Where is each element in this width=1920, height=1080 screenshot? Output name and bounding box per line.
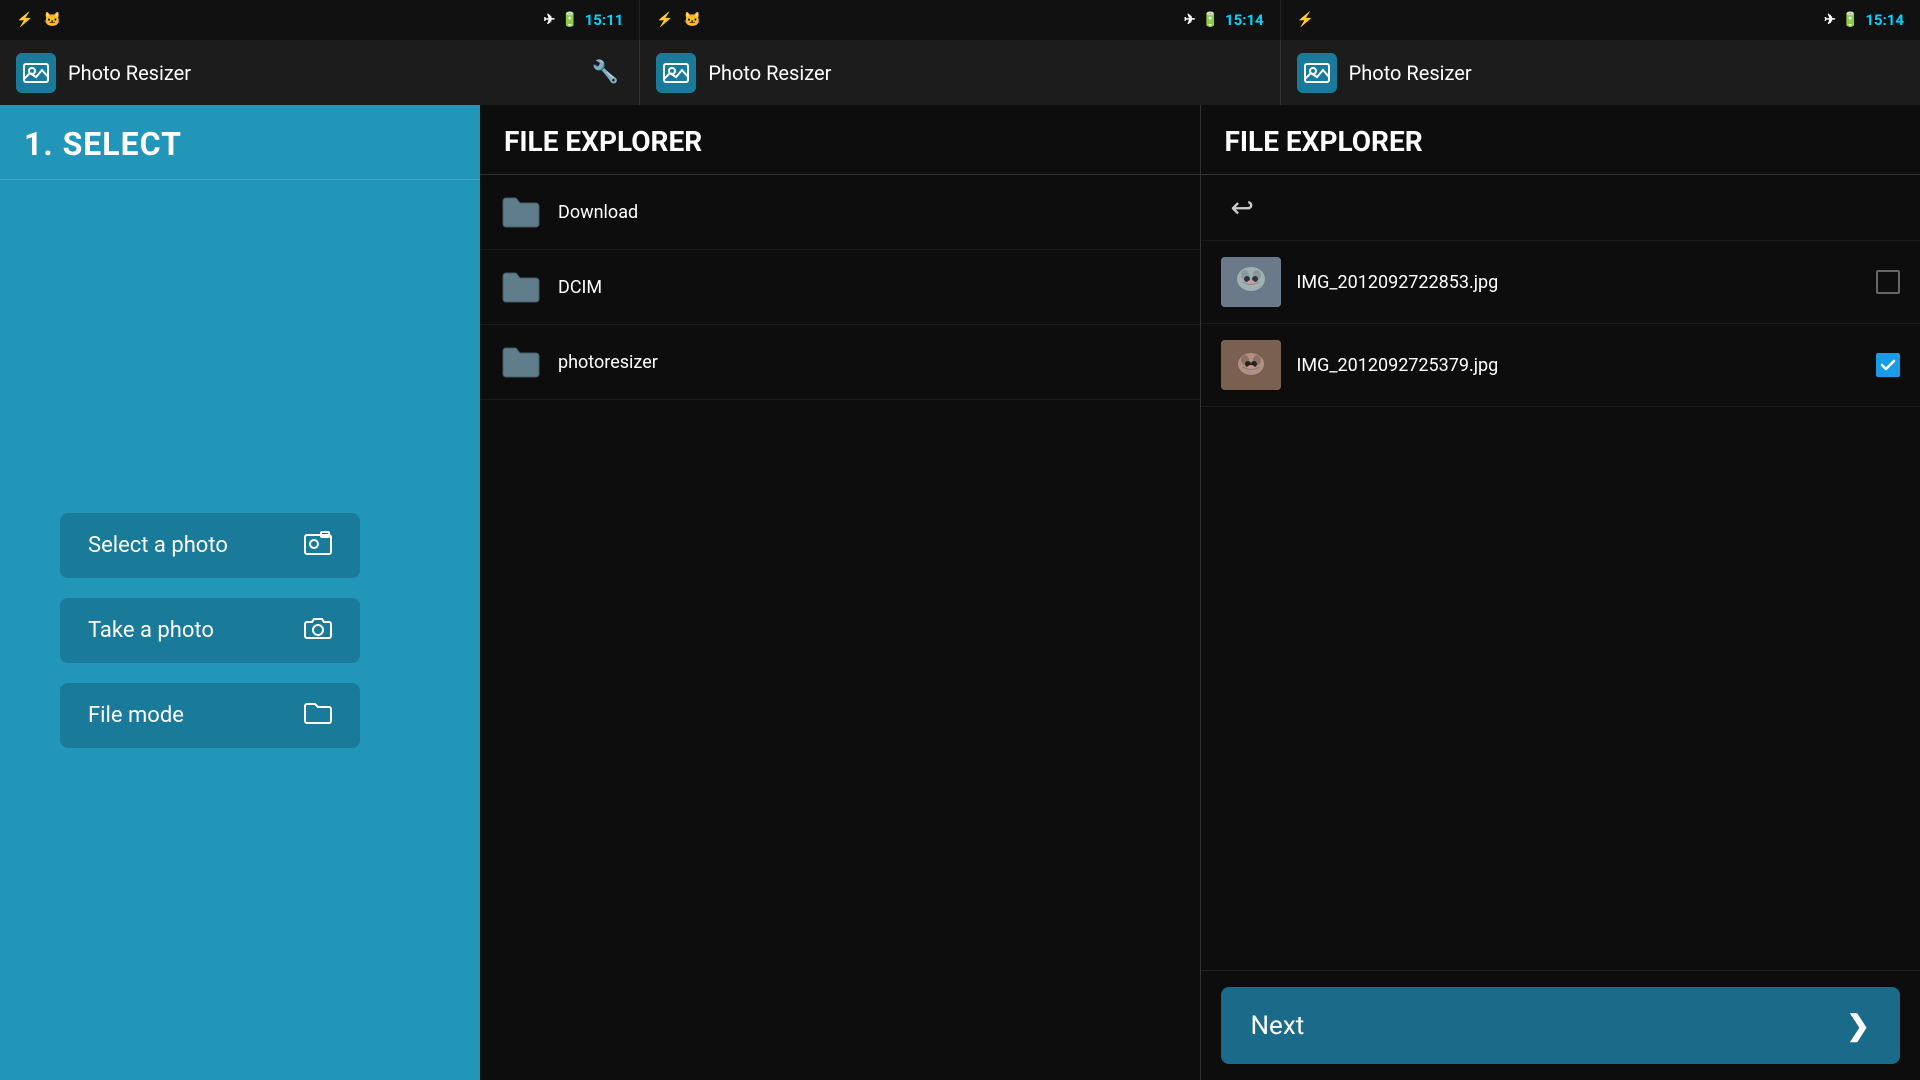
take-photo-label: Take a photo: [88, 618, 214, 643]
explorer-folder-list: Download DCIM photoresizer: [480, 175, 1200, 1080]
file-mode-label: File mode: [88, 703, 184, 728]
status-right-2: ✈ 🔋 15:14: [1184, 11, 1264, 29]
take-photo-button[interactable]: Take a photo: [60, 598, 360, 663]
select-panel: 1. SELECT Select a photo Take a photo: [0, 105, 480, 1080]
explorer-title-2: FILE EXPLORER: [1225, 125, 1423, 158]
chevron-right-icon: ❯: [1847, 1009, 1870, 1042]
folder-icon-btn: [304, 701, 332, 730]
explorer-file-list: ↩ IMG_2012092722853.jpg: [1201, 175, 1920, 970]
app-icon-3: [1297, 53, 1337, 93]
plane-icon-1: ✈: [544, 12, 556, 28]
battery-icon-3: 🔋: [1842, 12, 1859, 28]
camera-icon: [304, 616, 332, 645]
cat-icon-2: 🐱: [684, 12, 701, 28]
status-left-2: ⚡ 🐱: [656, 12, 701, 28]
file-mode-button[interactable]: File mode: [60, 683, 360, 748]
folder-name-photoresizer: photoresizer: [558, 352, 1180, 373]
title-bar-3: Photo Resizer: [1281, 40, 1920, 105]
file-checkbox-2[interactable]: [1876, 353, 1900, 377]
status-bar-2: ⚡ 🐱 ✈ 🔋 15:14: [640, 0, 1280, 40]
app-icon-1: [16, 53, 56, 93]
status-right-3: ✈ 🔋 15:14: [1824, 11, 1904, 29]
next-button[interactable]: Next ❯: [1221, 987, 1901, 1064]
usb-icon-3: ⚡: [1297, 12, 1314, 28]
folder-name-dcim: DCIM: [558, 277, 1180, 298]
select-panel-header: 1. SELECT: [0, 105, 480, 180]
folder-icon-photoresizer: [500, 341, 542, 383]
title-bar-1: Photo Resizer 🔧: [0, 40, 640, 105]
app-title-2: Photo Resizer: [708, 61, 831, 85]
main-content: 1. SELECT Select a photo Take a photo: [0, 105, 1920, 1080]
wrench-icon[interactable]: 🔧: [592, 60, 619, 85]
file-explorer-panel-2: FILE EXPLORER ↩: [1201, 105, 1920, 1080]
next-label: Next: [1251, 1011, 1305, 1041]
time-1: 15:11: [585, 11, 624, 29]
select-photo-label: Select a photo: [88, 533, 228, 558]
file-item-1[interactable]: IMG_2012092722853.jpg: [1201, 241, 1920, 324]
explorer-header-2: FILE EXPLORER: [1201, 105, 1920, 175]
status-left-3: ⚡: [1297, 12, 1314, 28]
file-thumbnail-2: [1221, 340, 1281, 390]
plane-icon-3: ✈: [1824, 12, 1836, 28]
back-arrow-icon: ↩: [1231, 191, 1254, 224]
title-bars-row: Photo Resizer 🔧 Photo Resizer Photo Resi…: [0, 40, 1920, 105]
usb-icon-1: ⚡: [16, 12, 33, 28]
file-thumbnail-1: [1221, 257, 1281, 307]
title-bar-2: Photo Resizer: [640, 40, 1280, 105]
select-photo-icon: [304, 531, 332, 560]
folder-icon-download: [500, 191, 542, 233]
file-item-2[interactable]: IMG_2012092725379.jpg: [1201, 324, 1920, 407]
select-panel-buttons: Select a photo Take a photo: [0, 180, 480, 1080]
file-checkbox-1[interactable]: [1876, 270, 1900, 294]
next-btn-container: Next ❯: [1201, 970, 1920, 1080]
battery-icon-2: 🔋: [1202, 12, 1219, 28]
file-name-1: IMG_2012092722853.jpg: [1297, 272, 1865, 293]
time-2: 15:14: [1225, 11, 1264, 29]
status-bars-row: ⚡ 🐱 ✈ 🔋 15:11 ⚡ 🐱 ✈ 🔋 15:14 ⚡ ✈ 🔋 15:14: [0, 0, 1920, 40]
time-3: 15:14: [1865, 11, 1904, 29]
usb-icon-2: ⚡: [656, 12, 673, 28]
folder-name-download: Download: [558, 202, 1180, 223]
explorer-header-1: FILE EXPLORER: [480, 105, 1200, 175]
explorer-title-1: FILE EXPLORER: [504, 125, 702, 158]
select-photo-button[interactable]: Select a photo: [60, 513, 360, 578]
folder-icon-dcim: [500, 266, 542, 308]
app-icon-2: [656, 53, 696, 93]
folder-item-download[interactable]: Download: [480, 175, 1200, 250]
folder-item-photoresizer[interactable]: photoresizer: [480, 325, 1200, 400]
file-explorer-panel-1: FILE EXPLORER Download DCIM: [480, 105, 1201, 1080]
app-title-1: Photo Resizer: [68, 61, 191, 85]
select-panel-title: 1. SELECT: [24, 125, 182, 163]
back-button[interactable]: ↩: [1201, 175, 1920, 241]
plane-icon-2: ✈: [1184, 12, 1196, 28]
file-name-2: IMG_2012092725379.jpg: [1297, 355, 1865, 376]
battery-icon-1: 🔋: [561, 12, 578, 28]
status-right-1: ✈ 🔋 15:11: [544, 11, 624, 29]
cat-icon-1: 🐱: [43, 12, 60, 28]
status-left-1: ⚡ 🐱: [16, 12, 61, 28]
status-bar-3: ⚡ ✈ 🔋 15:14: [1281, 0, 1920, 40]
app-title-3: Photo Resizer: [1349, 61, 1472, 85]
status-bar-1: ⚡ 🐱 ✈ 🔋 15:11: [0, 0, 640, 40]
folder-item-dcim[interactable]: DCIM: [480, 250, 1200, 325]
